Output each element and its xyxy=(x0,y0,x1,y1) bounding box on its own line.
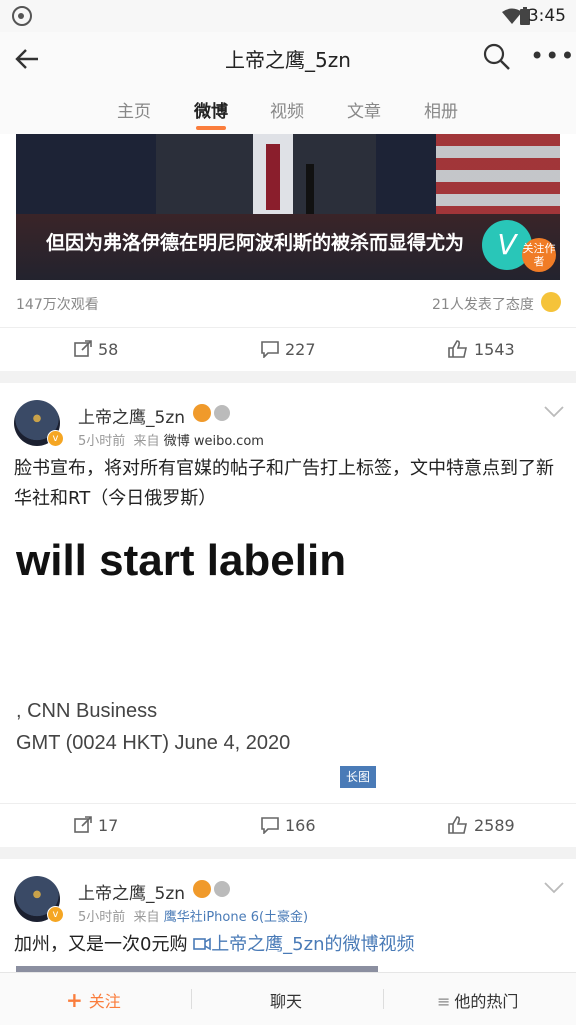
comment-icon xyxy=(261,341,279,359)
source-prefix: 来自 xyxy=(133,434,160,449)
repost-icon xyxy=(74,816,92,833)
post-meta: 5小时前 来自 微博 weibo.com xyxy=(78,430,264,449)
profile-tabs: 主页 微博 视频 文章 相册 xyxy=(0,84,576,134)
post-text-content: 加州，又是一次0元购 xyxy=(14,934,188,955)
plus-icon: + xyxy=(66,988,83,1012)
tab-home[interactable]: 主页 xyxy=(117,97,151,122)
post-time: 5小时前 xyxy=(78,910,126,925)
title-bar: 上帝之鹰_5zn ••• xyxy=(0,32,576,85)
video-frame-tie xyxy=(266,144,280,210)
comment-button[interactable]: 227 xyxy=(261,340,316,359)
like-count: 1543 xyxy=(474,340,515,359)
image-headline: will start labelin xyxy=(16,536,347,585)
reaction-count[interactable]: 21人发表了态度 xyxy=(432,294,534,314)
chat-button[interactable]: 聊天 xyxy=(270,988,302,1012)
post-text: 脸书宣布，将对所有官媒的帖子和广告打上标签，文中特意点到了新华社和RT（今日俄罗… xyxy=(14,458,554,509)
hot-posts-button[interactable]: ≡ 他的热门 xyxy=(437,988,518,1012)
verified-badge-icon: v xyxy=(47,906,64,923)
post-image[interactable]: will start labelin , CNN Business GMT (0… xyxy=(16,530,378,788)
status-bar: 3:45 xyxy=(0,0,576,32)
post-separator xyxy=(0,371,576,383)
repost-count: 58 xyxy=(98,340,119,359)
repost-count: 17 xyxy=(98,816,119,835)
repost-button[interactable]: 17 xyxy=(74,816,118,835)
comment-button[interactable]: 166 xyxy=(261,816,316,835)
tab-video[interactable]: 视频 xyxy=(270,97,304,122)
post-source[interactable]: 鹰华社iPhone 6(土豪金) xyxy=(164,910,308,925)
video-link-text: 上帝之鹰_5zn的微博视频 xyxy=(211,934,415,955)
level-medal-icon xyxy=(214,881,230,897)
thumbs-up-icon xyxy=(448,340,467,358)
post-source: 微博 weibo.com xyxy=(163,434,264,449)
search-icon[interactable] xyxy=(482,42,512,72)
hot-posts-label: 他的热门 xyxy=(454,992,519,1011)
weibo-notification-icon xyxy=(12,6,32,26)
level-medal-icon xyxy=(214,405,230,421)
repost-button[interactable]: 58 xyxy=(74,340,118,359)
follow-button[interactable]: + 关注 xyxy=(66,988,121,1012)
divider xyxy=(191,989,192,1009)
like-count: 2589 xyxy=(474,816,515,835)
follow-label: 关注 xyxy=(88,992,121,1011)
post-meta: 5小时前 来自 鹰华社iPhone 6(土豪金) xyxy=(78,906,308,925)
smile-emoji-icon xyxy=(541,292,561,312)
post-text: 加州，又是一次0元购 上帝之鹰_5zn的微博视频 xyxy=(14,930,564,960)
post-actions: 58 227 1543 xyxy=(0,327,576,372)
chevron-down-icon[interactable] xyxy=(544,882,564,894)
more-options-icon[interactable]: ••• xyxy=(530,42,574,72)
video-subtitle: 但因为弗洛伊德在明尼阿波利斯的被杀而显得尤为 xyxy=(46,232,465,254)
video-camera-icon xyxy=(193,937,211,951)
post-separator xyxy=(0,847,576,859)
source-prefix: 来自 xyxy=(133,910,160,925)
video-player[interactable]: 但因为弗洛伊德在明尼阿波利斯的被杀而显得尤为 V 关注作者 xyxy=(16,134,560,280)
image-byline: , CNN Business xyxy=(16,700,158,722)
post-time: 5小时前 xyxy=(78,434,126,449)
view-count: 147万次观看 xyxy=(16,297,99,313)
divider xyxy=(383,989,384,1009)
video-link[interactable]: 上帝之鹰_5zn的微博视频 xyxy=(193,934,415,955)
menu-icon: ≡ xyxy=(437,992,451,1011)
author-name[interactable]: 上帝之鹰_5zn xyxy=(78,403,185,428)
tab-albums[interactable]: 相册 xyxy=(424,97,458,122)
active-tab-indicator xyxy=(196,126,226,130)
clock: 3:45 xyxy=(527,6,566,26)
author-name[interactable]: 上帝之鹰_5zn xyxy=(78,879,185,904)
repost-icon xyxy=(74,340,92,357)
like-button[interactable]: 2589 xyxy=(448,816,515,835)
follow-author-badge[interactable]: 关注作者 xyxy=(522,238,556,272)
chevron-down-icon[interactable] xyxy=(544,406,564,418)
post-actions: 17 166 2589 xyxy=(0,803,576,848)
bottom-action-bar: + 关注 聊天 ≡ 他的热门 xyxy=(0,972,576,1025)
like-button[interactable]: 1543 xyxy=(448,340,515,359)
tab-articles[interactable]: 文章 xyxy=(347,97,381,122)
member-crown-icon xyxy=(193,404,211,422)
comment-icon xyxy=(261,817,279,835)
comment-count: 166 xyxy=(285,816,316,835)
member-crown-icon xyxy=(193,880,211,898)
long-image-tag: 长图 xyxy=(340,766,376,788)
image-dateline: GMT (0024 HKT) June 4, 2020 xyxy=(16,732,291,754)
comment-count: 227 xyxy=(285,340,316,359)
tab-weibo[interactable]: 微博 xyxy=(194,97,228,122)
wifi-icon xyxy=(502,8,522,24)
verified-badge-icon: v xyxy=(47,430,64,447)
thumbs-up-icon xyxy=(448,816,467,834)
